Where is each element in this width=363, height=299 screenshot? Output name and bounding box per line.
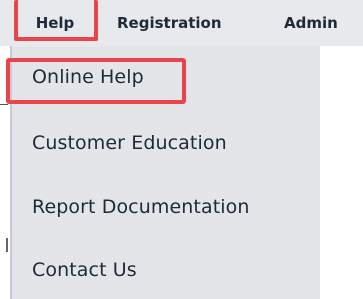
menu-help[interactable]: Help — [14, 0, 102, 46]
screenshot-stage: Help Registration Admin Online Help Cust… — [0, 0, 363, 299]
menu-admin[interactable]: Admin — [284, 0, 338, 46]
dropdown-item-report-documentation[interactable]: Report Documentation — [32, 196, 250, 218]
background-edge-mark — [6, 238, 8, 252]
dropdown-item-contact-us[interactable]: Contact Us — [32, 259, 137, 281]
help-dropdown-menu: Online Help Customer Education Report Do… — [10, 46, 320, 299]
dropdown-item-customer-education[interactable]: Customer Education — [32, 132, 227, 154]
top-menu-bar: Help Registration Admin — [0, 0, 363, 46]
dropdown-item-online-help[interactable]: Online Help — [32, 66, 144, 88]
background-edge-mark — [0, 104, 8, 105]
menu-registration[interactable]: Registration — [117, 0, 222, 46]
